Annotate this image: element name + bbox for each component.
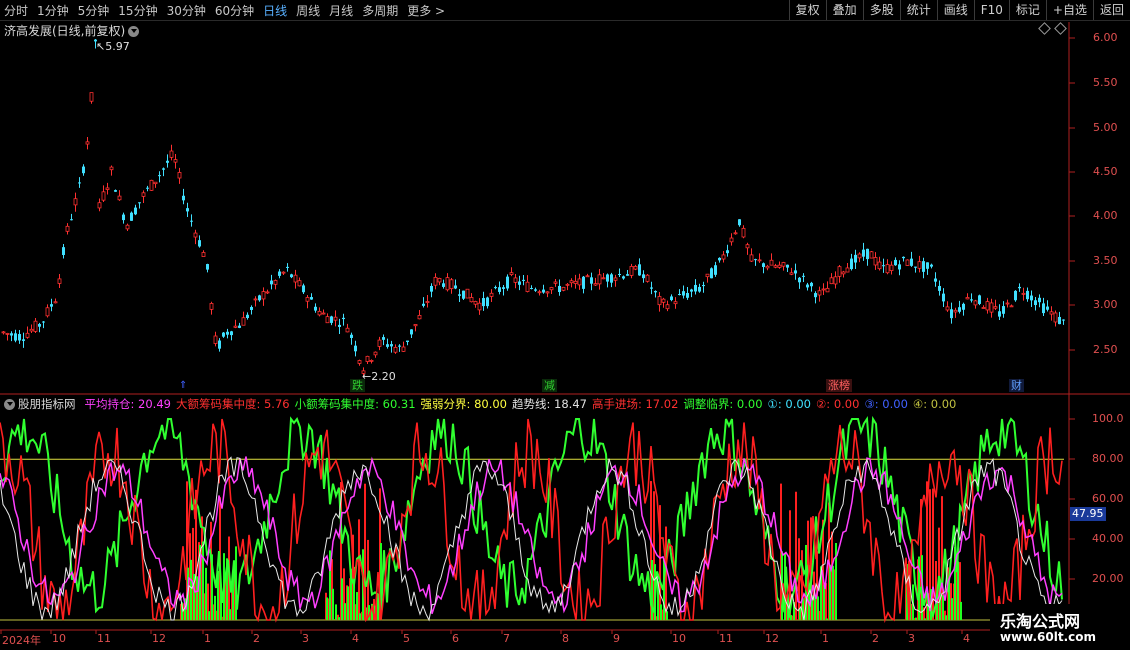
date-axis-label: 3 xyxy=(908,632,915,645)
indicator-legend-item: ③: 0.00 xyxy=(864,397,908,411)
date-axis-label: 1 xyxy=(822,632,829,645)
event-marker[interactable]: 财 xyxy=(1009,379,1024,392)
watermark-url: www.60lt.com xyxy=(1000,630,1097,644)
event-marker[interactable]: 减 xyxy=(542,379,557,392)
price-tick-label: 4.00 xyxy=(1093,209,1118,222)
indicator-title-bar: 股朋指标网 平均持仓: 20.49 大额筹码集中度: 5.76 小额筹码集中度: 60… xyxy=(4,396,966,411)
indicator-name: 股朋指标网 xyxy=(18,397,76,411)
indicator-tick-label: 80.00 xyxy=(1092,452,1124,465)
indicator-tick-label: 40.00 xyxy=(1092,532,1124,545)
event-marker[interactable]: 跌 xyxy=(350,379,365,392)
indicator-legend-item: 趋势线: 18.47 xyxy=(512,397,587,411)
date-axis-label: 5 xyxy=(403,632,410,645)
date-axis-label: 2 xyxy=(872,632,879,645)
watermark-title: 乐淘公式网 xyxy=(1000,612,1081,631)
indicator-legend-item: ②: 0.00 xyxy=(816,397,860,411)
date-axis-label: 8 xyxy=(562,632,569,645)
watermark: 乐淘公式网 www.60lt.com xyxy=(990,604,1130,650)
indicator-legend-item: ④: 0.00 xyxy=(912,397,957,411)
low-price-label: ←2.20 xyxy=(362,370,396,383)
date-axis-label: 2 xyxy=(253,632,260,645)
current-value-badge: 47.95 xyxy=(1070,507,1106,521)
date-axis-label: 2024年 xyxy=(2,634,41,647)
date-axis-label: 7 xyxy=(503,632,510,645)
date-axis-label: 11 xyxy=(97,632,111,645)
indicator-tick-label: 20.00 xyxy=(1092,572,1124,585)
high-price-label: ↖5.97 xyxy=(96,40,130,53)
indicator-legend-item: 强弱分界: 80.00 xyxy=(420,397,507,411)
indicator-legend-item: 大额筹码集中度: 5.76 xyxy=(175,397,290,411)
chart-canvas[interactable] xyxy=(0,0,1130,650)
date-axis-label: 9 xyxy=(613,632,620,645)
indicator-tick-label: 100.0 xyxy=(1092,412,1124,425)
date-axis-label: 11 xyxy=(719,632,733,645)
date-axis-label: 1 xyxy=(204,632,211,645)
indicator-legend-item: 小额筹码集中度: 60.31 xyxy=(294,397,416,411)
indicator-legend-item: 高手进场: 17.02 xyxy=(591,397,679,411)
date-axis-label: 6 xyxy=(452,632,459,645)
indicator-tick-label: 60.00 xyxy=(1092,492,1124,505)
indicator-legend-item: 平均持仓: 20.49 xyxy=(84,397,171,411)
event-marker[interactable]: 涨榜 xyxy=(826,379,852,392)
up-arrow-icon[interactable]: ⇑ xyxy=(179,380,187,391)
date-axis-label: 12 xyxy=(765,632,779,645)
price-tick-label: 5.50 xyxy=(1093,76,1118,89)
price-tick-label: 5.00 xyxy=(1093,121,1118,134)
price-tick-label: 3.50 xyxy=(1093,254,1118,267)
date-axis-label: 12 xyxy=(152,632,166,645)
chevron-down-icon[interactable] xyxy=(4,399,15,410)
price-tick-label: 4.50 xyxy=(1093,165,1118,178)
price-tick-label: 3.00 xyxy=(1093,298,1118,311)
price-tick-label: 6.00 xyxy=(1093,31,1118,44)
date-axis-label: 10 xyxy=(52,632,66,645)
price-tick-label: 2.50 xyxy=(1093,343,1118,356)
date-axis-label: 4 xyxy=(963,632,970,645)
date-axis-label: 10 xyxy=(672,632,686,645)
indicator-legend-item: ①: 0.00 xyxy=(767,397,811,411)
indicator-legend-item: 调整临界: 0.00 xyxy=(683,397,763,411)
date-axis-label: 4 xyxy=(352,632,359,645)
date-axis-label: 3 xyxy=(302,632,309,645)
